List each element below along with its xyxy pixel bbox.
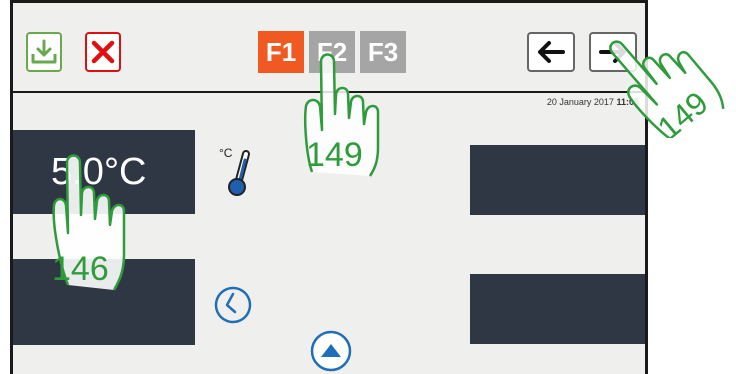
hand-callout-149-tab: 149: [304, 53, 380, 177]
thermometer-icon-group: °C: [219, 146, 263, 202]
cancel-button[interactable]: [85, 32, 121, 72]
tab-f1-label: F1: [265, 36, 297, 67]
save-button[interactable]: [26, 32, 62, 72]
hand-callout-149-arrow: 149: [609, 40, 725, 138]
clock-icon: [214, 286, 252, 324]
callout-number-149-tab: 149: [306, 136, 363, 174]
back-button[interactable]: [527, 32, 575, 72]
callout-number-146: 146: [52, 250, 109, 288]
scroll-up-button[interactable]: [309, 329, 353, 373]
thermometer-icon: [228, 150, 250, 196]
arrow-left-icon: [538, 41, 565, 63]
close-x-icon: [91, 40, 115, 64]
hand-callout-146: 146: [52, 154, 126, 291]
right-field-upper[interactable]: [470, 145, 645, 215]
right-field-lower[interactable]: [470, 274, 645, 344]
download-save-icon: [31, 39, 57, 64]
status-date: 20 January 2017: [546, 97, 614, 107]
